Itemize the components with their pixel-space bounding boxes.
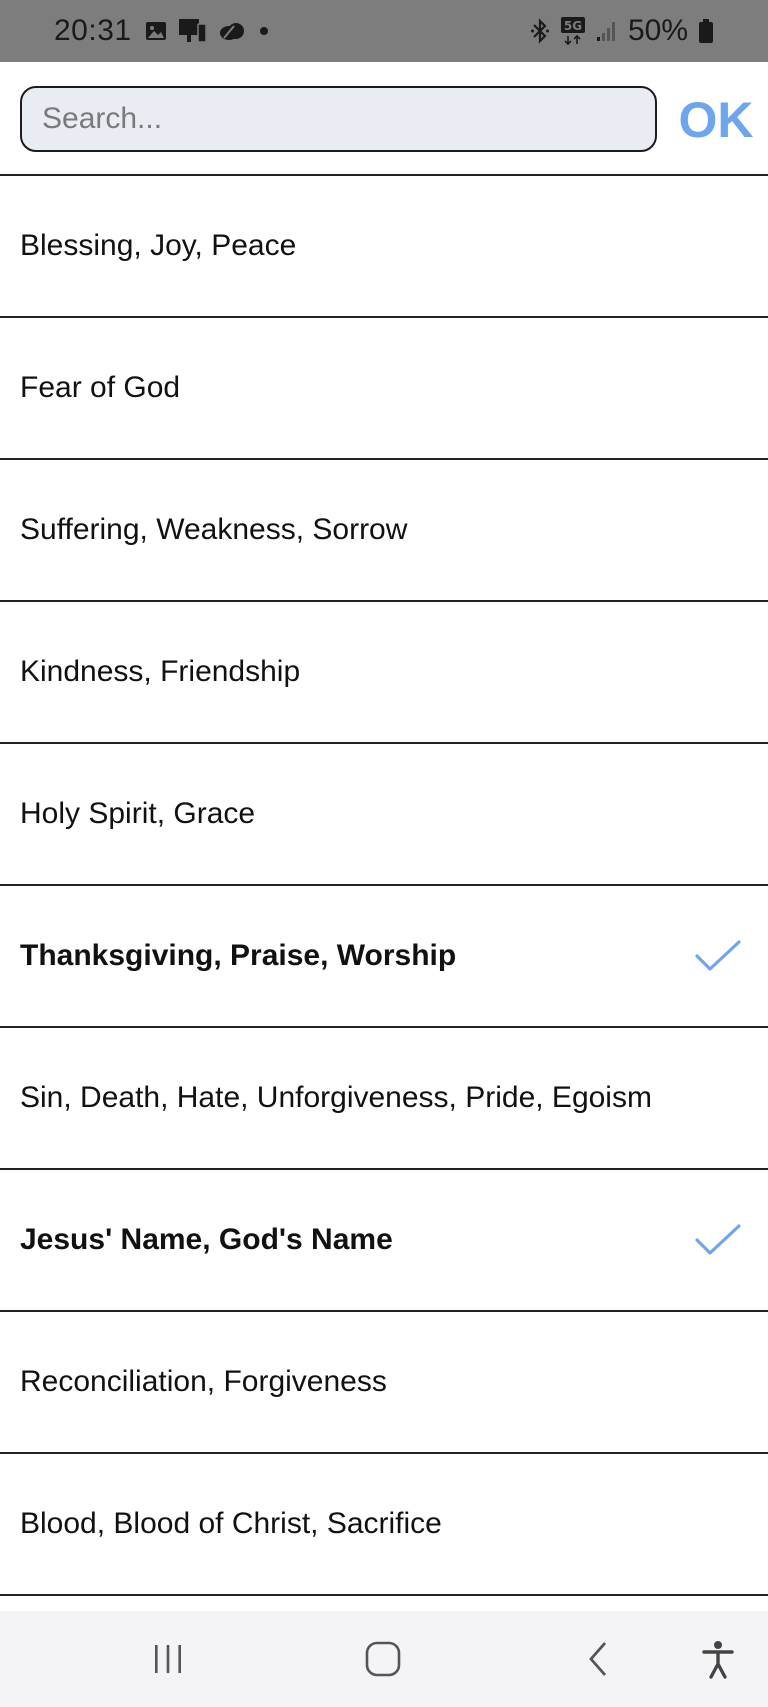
accessibility-icon[interactable] xyxy=(688,1633,748,1685)
list-item-label: Holy Spirit, Grace xyxy=(20,797,256,830)
status-left-icons xyxy=(144,18,272,44)
battery-percent: 50% xyxy=(627,14,688,47)
list-item[interactable]: Fear of God xyxy=(0,318,768,460)
list-item-label: Fear of God xyxy=(20,371,181,404)
list-item-label: Blood, Blood of Christ, Sacrifice xyxy=(20,1507,442,1540)
list-item[interactable]: Thanksgiving, Praise, Worship xyxy=(0,886,768,1028)
status-bar: 20:31 5G 50% xyxy=(0,0,768,62)
list-item-label: Kindness, Friendship xyxy=(20,655,301,688)
list-item-label: Reconciliation, Forgiveness xyxy=(20,1365,387,1398)
list-item-label: Blessing, Joy, Peace xyxy=(20,229,297,262)
list-item-label: Suffering, Weakness, Sorrow xyxy=(20,513,408,546)
checkmark-icon xyxy=(695,1224,741,1255)
list-item[interactable]: Reconciliation, Forgiveness xyxy=(0,1312,768,1454)
cloud-icon xyxy=(218,20,246,42)
signal-icon xyxy=(596,19,618,43)
status-right-icons: 5G 50% xyxy=(530,14,714,48)
gallery-icon xyxy=(144,19,168,43)
list-item[interactable]: Holy Spirit, Grace xyxy=(0,744,768,886)
navigation-bar xyxy=(0,1611,768,1707)
dot-icon xyxy=(256,23,272,39)
home-icon[interactable] xyxy=(353,1633,413,1685)
battery-icon xyxy=(698,18,714,44)
list-item[interactable]: Jesus' Name, God's Name xyxy=(0,1170,768,1312)
list-item[interactable]: Suffering, Weakness, Sorrow xyxy=(0,460,768,602)
status-time: 20:31 xyxy=(54,14,132,47)
search-bar: OK xyxy=(0,62,768,176)
list-item-label: Sin, Death, Hate, Unforgiveness, Pride, … xyxy=(20,1081,652,1114)
list-item-label: Jesus' Name, God's Name xyxy=(20,1223,393,1256)
5g-label: 5G xyxy=(564,19,582,33)
back-icon[interactable] xyxy=(568,1633,628,1685)
recent-apps-icon[interactable] xyxy=(138,1633,198,1685)
list-item[interactable]: Kindness, Friendship xyxy=(0,602,768,744)
checkmark-icon xyxy=(695,940,741,971)
bluetooth-icon xyxy=(530,18,550,44)
device-icon xyxy=(178,18,208,44)
5g-icon: 5G xyxy=(560,16,586,46)
list-item[interactable]: Blessing, Joy, Peace xyxy=(0,176,768,318)
category-list: Blessing, Joy, Peace Fear of God Suffering… xyxy=(0,176,768,1596)
list-item[interactable]: Blood, Blood of Christ, Sacrifice xyxy=(0,1454,768,1596)
list-item-label: Thanksgiving, Praise, Worship xyxy=(20,939,457,972)
search-input[interactable] xyxy=(20,86,657,152)
ok-button[interactable]: OK xyxy=(676,88,756,152)
list-item[interactable]: Sin, Death, Hate, Unforgiveness, Pride, … xyxy=(0,1028,768,1170)
